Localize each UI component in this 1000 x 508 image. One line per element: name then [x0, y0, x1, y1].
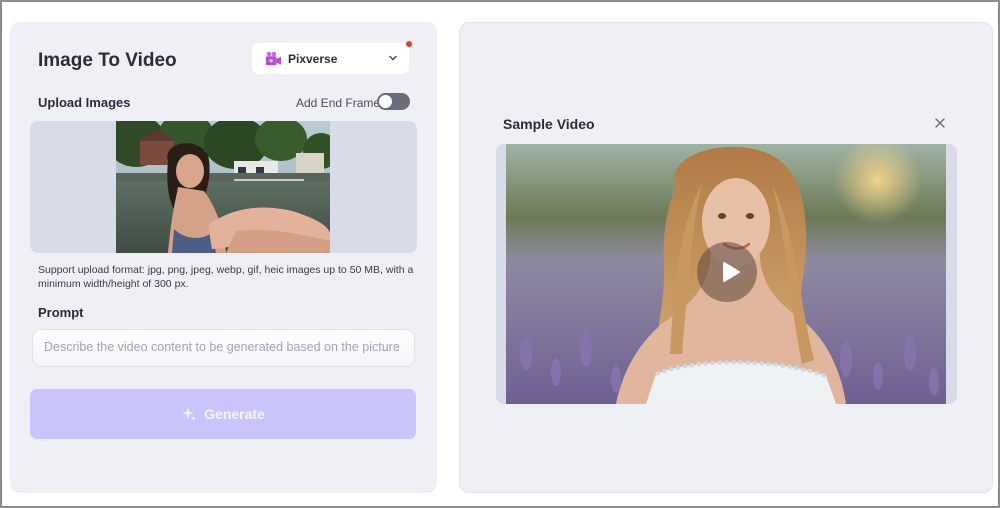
sample-video-title: Sample Video — [503, 116, 595, 132]
play-icon — [723, 262, 740, 282]
generate-button-label: Generate — [204, 406, 265, 422]
image-upload-dropzone[interactable] — [30, 121, 417, 253]
prompt-label: Prompt — [38, 305, 84, 320]
sample-video-player[interactable] — [496, 144, 957, 404]
model-select-value: Pixverse — [288, 51, 338, 66]
generate-button[interactable]: Generate — [30, 389, 416, 439]
image-to-video-panel: Image To Video Pixverse Upload Images Ad… — [10, 22, 437, 493]
prompt-box — [32, 329, 415, 367]
upload-images-label: Upload Images — [38, 95, 131, 110]
add-end-frame-label: Add End Frame — [296, 96, 381, 110]
sparkle-icon — [182, 407, 197, 421]
add-end-frame-toggle[interactable] — [377, 93, 410, 110]
pixverse-camera-icon — [265, 51, 282, 65]
play-button[interactable] — [697, 242, 757, 302]
toggle-knob — [379, 95, 392, 108]
chevron-down-icon — [389, 55, 397, 61]
upload-support-text: Support upload format: jpg, png, jpeg, w… — [38, 264, 414, 290]
page-title: Image To Video — [38, 50, 177, 71]
model-select[interactable]: Pixverse — [252, 41, 412, 74]
close-icon[interactable] — [933, 116, 947, 130]
uploaded-image-thumbnail — [116, 121, 330, 253]
sample-video-panel: Sample Video — [459, 22, 993, 493]
notification-dot — [406, 41, 412, 47]
app-frame: Image To Video Pixverse Upload Images Ad… — [0, 0, 1000, 508]
prompt-input[interactable] — [33, 330, 414, 366]
